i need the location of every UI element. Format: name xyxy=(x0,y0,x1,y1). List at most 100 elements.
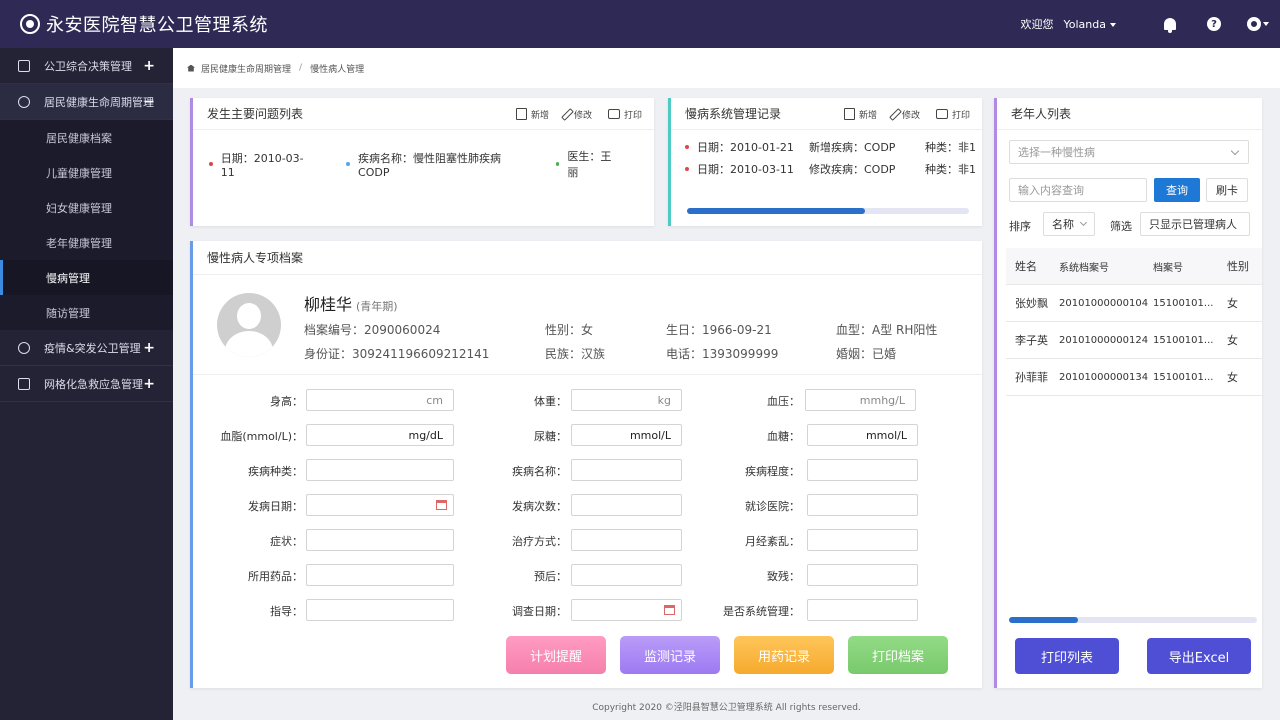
swipe-card-button[interactable]: 刷卡 xyxy=(1206,178,1248,202)
scrollbar-thumb[interactable] xyxy=(1009,617,1079,623)
weight-input[interactable]: kg xyxy=(571,389,682,411)
drugs-input[interactable] xyxy=(306,564,454,586)
add-button[interactable]: 新增 xyxy=(515,108,549,121)
cell-gender: 女 xyxy=(1227,371,1238,384)
list-scrollbar[interactable] xyxy=(1009,617,1257,623)
app-title: 永安医院智慧公卫管理系统 xyxy=(46,15,268,36)
bullet-icon xyxy=(555,162,560,166)
disease-name-input[interactable] xyxy=(571,459,682,481)
hospital-input[interactable] xyxy=(807,494,918,516)
edit-button[interactable]: 修改 xyxy=(889,107,920,121)
monitor-record-button[interactable]: 监测记录 xyxy=(620,636,720,674)
sidebar-item-chronic[interactable]: 慢病管理 xyxy=(0,260,173,295)
urine-sugar-input[interactable]: mmol/L xyxy=(571,424,682,446)
archive-panel: 慢性病人专项档案 柳桂华 (青年期) 档案编号：2090060024 身份证：30… xyxy=(190,241,982,688)
sidebar-item-elderly-health[interactable]: 老年健康管理 xyxy=(0,225,173,260)
prognosis-label: 预后： xyxy=(534,570,567,583)
query-button[interactable]: 查询 xyxy=(1154,178,1200,202)
cell-system-no: 20101000000104 xyxy=(1059,297,1149,309)
column-header[interactable]: 档案号 xyxy=(1146,259,1218,274)
drug-record-button[interactable]: 用药记录 xyxy=(734,636,834,674)
sidebar-item-women-health[interactable]: 妇女健康管理 xyxy=(0,190,173,225)
help-button[interactable]: ? xyxy=(1192,0,1236,48)
settings-button[interactable] xyxy=(1236,0,1280,48)
column-header[interactable]: 系统档案号 xyxy=(1051,259,1146,274)
brand[interactable]: 永安医院智慧公卫管理系统 xyxy=(20,0,268,48)
weight-label: 体重： xyxy=(534,395,567,408)
blood-type: 血型：A型 RH阳性 xyxy=(836,323,938,337)
add-button[interactable]: 新增 xyxy=(843,108,877,121)
managed-input[interactable] xyxy=(807,599,918,621)
edit-button[interactable]: 修改 xyxy=(561,107,592,121)
pulse-icon xyxy=(18,377,30,390)
sidebar-item-resident-records[interactable]: 居民健康档案 xyxy=(0,120,173,155)
add-label: 新增 xyxy=(858,110,877,121)
cell-file-no: 15100101... xyxy=(1153,297,1214,309)
notification-button[interactable] xyxy=(1148,0,1192,48)
elderly-panel: 老年人列表 选择一种慢性病 输入内容查询 查询 刷卡 排序 名称 筛选 只显示已… xyxy=(994,98,1262,688)
column-header[interactable]: 姓名 xyxy=(1006,258,1051,274)
scrollbar-thumb[interactable] xyxy=(687,208,865,214)
user-menu[interactable]: Yolanda xyxy=(1064,18,1116,31)
chronic-disease-select[interactable]: 选择一种慢性病 xyxy=(1009,140,1249,164)
print-button[interactable]: 打印 xyxy=(607,108,642,121)
symptom-input[interactable] xyxy=(306,529,454,551)
height-input[interactable]: cm xyxy=(306,389,454,411)
disease-type-input[interactable] xyxy=(306,459,454,481)
lipid-input[interactable]: mg/dL xyxy=(306,424,454,446)
bp-input[interactable]: mmhg/L xyxy=(805,389,916,411)
search-input[interactable]: 输入内容查询 xyxy=(1009,178,1147,202)
chevron-down-icon xyxy=(1079,218,1088,227)
panel-title: 发生主要问题列表 xyxy=(207,107,304,121)
prognosis-input[interactable] xyxy=(571,564,682,586)
sidebar-group-epidemic[interactable]: 疫情&突发公卫管理 + xyxy=(0,330,173,366)
export-excel-button[interactable]: 导出Excel xyxy=(1147,638,1251,674)
onset-times-input[interactable] xyxy=(571,494,682,516)
birthday: 生日：1966-09-21 xyxy=(666,323,772,337)
disability-input[interactable] xyxy=(807,564,918,586)
sidebar-group-emergency[interactable]: 网格化急救应急管理 + xyxy=(0,366,173,402)
table-row[interactable]: 李子英 20101000000124 15100101... 女 xyxy=(1006,322,1262,359)
user-icon xyxy=(18,95,30,108)
gear-icon xyxy=(1247,17,1261,31)
guidance-input[interactable] xyxy=(306,599,454,621)
sidebar-group-label: 疫情&突发公卫管理 xyxy=(44,341,141,355)
calendar-icon[interactable] xyxy=(436,500,447,510)
disease-level-input[interactable] xyxy=(807,459,918,481)
survey-date-input[interactable] xyxy=(571,599,682,621)
add-file-icon xyxy=(843,108,855,120)
table-row[interactable]: 张妙飘 20101000000104 15100101... 女 xyxy=(1006,285,1262,322)
user-name: Yolanda xyxy=(1063,17,1106,31)
add-label: 新增 xyxy=(530,110,549,121)
drugs-label: 所用药品： xyxy=(248,570,303,583)
filter-select[interactable]: 只显示已管理病人 xyxy=(1140,212,1250,236)
table-row[interactable]: 孙菲菲 20101000000134 15100101... 女 xyxy=(1006,359,1262,396)
bp-label: 血压： xyxy=(767,395,800,408)
sort-label: 排序 xyxy=(1009,220,1031,233)
menses-input[interactable] xyxy=(807,529,918,551)
sidebar-item-followup[interactable]: 随访管理 xyxy=(0,295,173,330)
calendar-icon[interactable] xyxy=(664,605,675,615)
onset-date-input[interactable] xyxy=(306,494,454,516)
print-button[interactable]: 打印 xyxy=(935,108,970,121)
print-list-button[interactable]: 打印列表 xyxy=(1015,638,1119,674)
table-header: 姓名 系统档案号 档案号 性别 xyxy=(1006,248,1262,285)
sidebar-item-child-health[interactable]: 儿童健康管理 xyxy=(0,155,173,190)
sort-select[interactable]: 名称 xyxy=(1043,212,1095,236)
records-scrollbar[interactable] xyxy=(687,208,969,214)
treatment-input[interactable] xyxy=(571,529,682,551)
blood-sugar-input[interactable]: mmol/L xyxy=(807,424,918,446)
breadcrumb-parent[interactable]: 居民健康生命周期管理 xyxy=(201,62,291,75)
column-header[interactable]: 性别 xyxy=(1218,258,1258,274)
sidebar: 公卫综合决策管理 + 居民健康生命周期管理 − 居民健康档案 儿童健康管理 妇女… xyxy=(0,48,173,720)
plan-reminder-button[interactable]: 计划提醒 xyxy=(506,636,606,674)
disease-level-label: 疾病程度： xyxy=(745,465,800,478)
sort-value: 名称 xyxy=(1052,218,1074,231)
sidebar-group-decision[interactable]: 公卫综合决策管理 + xyxy=(0,48,173,84)
print-archive-button[interactable]: 打印档案 xyxy=(848,636,948,674)
elderly-table: 姓名 系统档案号 档案号 性别 张妙飘 20101000000104 15100… xyxy=(1006,248,1262,396)
menses-label: 月经紊乱： xyxy=(745,535,800,548)
sidebar-group-lifecycle[interactable]: 居民健康生命周期管理 − xyxy=(0,84,173,120)
home-icon[interactable] xyxy=(187,64,195,72)
onset-date-label: 发病日期： xyxy=(248,500,303,513)
